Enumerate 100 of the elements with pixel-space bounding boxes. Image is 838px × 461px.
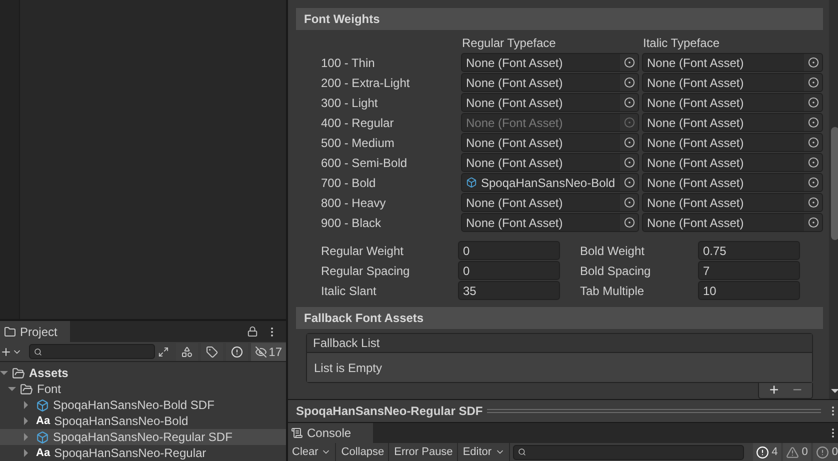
field-value: None (Font Asset) [646,94,745,111]
item-label: SpoqaHanSansNeo-Regular [54,445,206,461]
field-value: None (Font Asset) [465,194,564,211]
open-folder-icon [12,366,25,380]
picker-button[interactable] [804,94,822,111]
object-field[interactable]: None (Font Asset) [461,73,639,92]
error-count-button[interactable]: 0 [812,443,838,461]
object-field[interactable]: None (Font Asset) [642,113,823,132]
number-field[interactable]: 0 [458,261,560,280]
object-field[interactable]: None (Font Asset) [642,73,823,92]
picker-button[interactable] [804,154,822,171]
picker-button[interactable] [804,114,822,131]
weight-label: 600 - Semi-Bold [321,154,408,172]
picker-button[interactable] [804,54,822,71]
search-field[interactable] [28,344,156,359]
scrollbar[interactable] [829,0,838,399]
object-field[interactable]: None (Font Asset) [461,153,639,172]
tree-item[interactable]: SpoqaHanSansNeo-Bold SDF [0,397,286,413]
picker-button[interactable] [804,134,822,151]
console-tab[interactable]: Console [288,423,373,443]
scrollbar-thumb[interactable] [831,127,838,240]
object-field[interactable]: None (Font Asset) [461,213,639,232]
object-field[interactable]: SpoqaHanSansNeo-Bold [461,173,639,192]
weight-label: 300 - Light [321,94,379,112]
add-button[interactable]: + [769,382,779,398]
object-field[interactable]: None (Font Asset) [461,133,639,152]
picker-button[interactable] [620,94,638,111]
picker-icon [624,177,634,188]
list-header: Fallback List [307,334,812,353]
section-header: Font Weights [296,8,823,30]
object-field[interactable]: None (Font Asset) [642,53,823,72]
number-field[interactable]: 10 [698,281,800,300]
picker-icon [808,197,818,208]
warning-count-button[interactable]: 0 [782,443,811,461]
picker-button[interactable] [620,174,638,191]
search-field[interactable] [512,444,744,460]
object-field[interactable]: None (Font Asset) [642,193,823,212]
info-count-button[interactable]: 4 [752,443,781,461]
object-field[interactable]: None (Font Asset) [642,93,823,112]
picker-button[interactable] [804,74,822,91]
object-field[interactable]: None (Font Asset) [461,93,639,112]
picker-button[interactable] [804,214,822,231]
tree-item[interactable]: Aa SpoqaHanSansNeo-Bold [0,413,286,429]
setting-label: Italic Slant [321,282,378,300]
picker-icon [624,77,634,88]
picker-button[interactable] [620,194,638,211]
item-label: Assets [29,365,68,382]
console-icon [291,427,303,439]
picker-button[interactable] [620,134,638,151]
font-asset-icon [466,177,477,188]
object-field[interactable]: None (Font Asset) [461,53,639,72]
field-value: None (Font Asset) [646,174,745,191]
weight-label: 400 - Regular [321,114,395,132]
field-value: None (Font Asset) [465,154,564,171]
tree-item[interactable]: SpoqaHanSansNeo-Regular SDF [0,429,286,445]
picker-button[interactable] [620,154,638,171]
preview-title: SpoqaHanSansNeo-Regular SDF [296,403,483,420]
column-header: Regular Typeface [461,35,557,52]
tree-item[interactable]: Aa SpoqaHanSansNeo-Regular [0,445,286,461]
picker-icon [808,137,818,148]
field-value: None (Font Asset) [646,214,745,231]
field-value: None (Font Asset) [465,54,564,71]
object-field[interactable]: None (Font Asset) [642,153,823,172]
setting-label: Bold Weight [579,242,646,260]
object-field[interactable]: None (Font Asset) [642,173,823,192]
number-field[interactable]: 0.75 [698,241,800,260]
setting-label: Tab Multiple [579,282,646,300]
picker-button[interactable] [620,214,638,231]
alert-icon [230,346,243,358]
object-field[interactable]: None (Font Asset) [642,133,823,152]
tree-item[interactable]: Font [0,381,286,397]
picker-icon [624,157,634,168]
object-field[interactable]: None (Font Asset) [642,213,823,232]
picker-icon [808,117,818,128]
field-value: None (Font Asset) [646,74,745,91]
weight-label: 500 - Medium [321,134,396,152]
picker-button[interactable] [804,194,822,211]
picker-icon [624,217,634,228]
field-value: None (Font Asset) [465,74,564,91]
picker-button[interactable] [620,74,638,91]
warning-icon [786,446,799,458]
expand-icon[interactable] [158,346,170,358]
field-value: SpoqaHanSansNeo-Bold [480,174,616,191]
project-tab[interactable]: Project [0,321,70,342]
section-header: Fallback Font Assets [296,307,823,329]
picker-icon [624,137,634,148]
tree-item[interactable]: Assets [0,365,286,381]
item-label: Font [37,381,62,398]
field-value: None (Font Asset) [646,114,745,131]
number-field[interactable]: 7 [698,261,800,280]
lock-icon[interactable] [247,326,258,337]
drag-handle[interactable] [486,409,821,413]
picker-button[interactable] [620,54,638,71]
number-field[interactable]: 35 [458,281,560,300]
field-value: None (Font Asset) [646,54,745,71]
number-field[interactable]: 0 [458,241,560,260]
object-field[interactable]: None (Font Asset) [461,193,639,212]
hidden-packages-button[interactable]: 17 [250,342,286,360]
picker-icon [624,117,634,128]
picker-button[interactable] [804,174,822,191]
